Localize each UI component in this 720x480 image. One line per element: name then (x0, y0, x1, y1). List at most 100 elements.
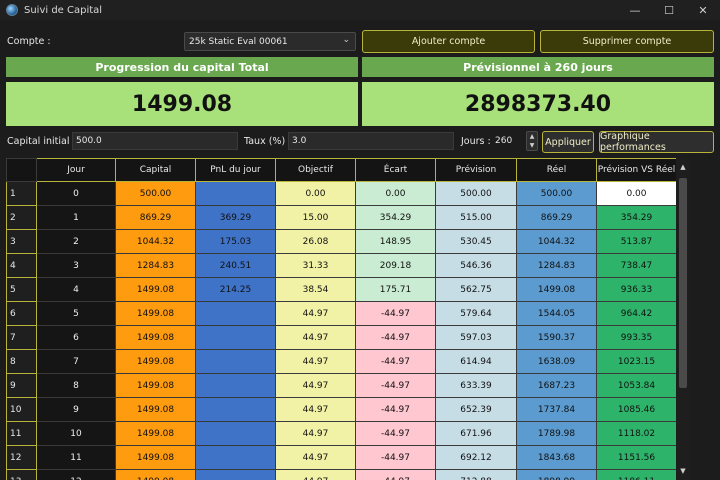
table-row[interactable]: 3 2 1044.32 175.03 26.08 148.95 530.45 1044.32 5… (6, 229, 676, 254)
cell-objectif[interactable]: 26.08 (275, 229, 356, 254)
add-account-button[interactable]: Ajouter compte (362, 30, 535, 53)
table-row[interactable]: 13121499.08 44.97-44.97712.881898.991186.… (6, 469, 676, 480)
cell-objectif[interactable]: 0.00 (275, 181, 356, 206)
cell-jour[interactable]: 4 (36, 277, 116, 302)
cell-reel[interactable]: 1737.84 (516, 397, 597, 422)
cell-prevision-vs-reel[interactable]: 936.33 (596, 277, 676, 302)
cell-reel[interactable]: 1638.09 (516, 349, 597, 374)
cell-reel[interactable]: 1590.37 (516, 325, 597, 350)
cell-prevision[interactable]: 712.88 (435, 469, 517, 480)
cell-objectif[interactable]: 44.97 (275, 421, 356, 446)
cell-jour[interactable]: 3 (36, 253, 116, 278)
delete-account-button[interactable]: Supprimer compte (540, 30, 714, 53)
cell-prevision[interactable]: 614.94 (435, 349, 517, 374)
cell-reel[interactable]: 1843.68 (516, 445, 597, 470)
cell-reel[interactable]: 1898.99 (516, 469, 597, 480)
header-capital[interactable]: Capital (115, 158, 196, 182)
cell-objectif[interactable]: 44.97 (275, 373, 356, 398)
cell-jour[interactable]: 0 (36, 181, 116, 206)
header-jour[interactable]: Jour (36, 158, 116, 182)
cell-jour[interactable]: 12 (36, 469, 116, 480)
cell-prevision-vs-reel[interactable]: 354.29 (596, 205, 676, 230)
cell-ecart[interactable]: 148.95 (355, 229, 436, 254)
cell-ecart[interactable]: -44.97 (355, 469, 436, 480)
cell-prevision[interactable]: 579.64 (435, 301, 517, 326)
days-input[interactable]: 260 (492, 132, 526, 150)
row-number[interactable]: 13 (6, 469, 37, 480)
cell-reel[interactable]: 1499.08 (516, 277, 597, 302)
row-number[interactable]: 9 (6, 373, 37, 398)
cell-prevision-vs-reel[interactable]: 1053.84 (596, 373, 676, 398)
cell-capital[interactable]: 1499.08 (115, 469, 196, 480)
cell-reel[interactable]: 869.29 (516, 205, 597, 230)
cell-ecart[interactable]: -44.97 (355, 373, 436, 398)
cell-objectif[interactable]: 44.97 (275, 325, 356, 350)
table-row[interactable]: 1 0 500.00 0.00 0.00 500.00 500.00 0.00 (6, 181, 676, 206)
cell-capital[interactable]: 1499.08 (115, 373, 196, 398)
row-number[interactable]: 7 (6, 325, 37, 350)
cell-pnl[interactable]: 214.25 (195, 277, 276, 302)
cell-pnl[interactable] (195, 397, 276, 422)
cell-capital[interactable]: 1499.08 (115, 325, 196, 350)
row-number[interactable]: 10 (6, 397, 37, 422)
cell-capital[interactable]: 1499.08 (115, 397, 196, 422)
cell-reel[interactable]: 1789.98 (516, 421, 597, 446)
cell-prevision-vs-reel[interactable]: 0.00 (596, 181, 676, 206)
cell-prevision[interactable]: 597.03 (435, 325, 517, 350)
table-row[interactable]: 11 10 1499.08 44.97 -44.97 671.96 1789.98 1118.… (6, 421, 676, 446)
cell-capital[interactable]: 1499.08 (115, 301, 196, 326)
cell-ecart[interactable]: -44.97 (355, 301, 436, 326)
cell-capital[interactable]: 1499.08 (115, 445, 196, 470)
table-row[interactable]: 9 8 1499.08 44.97 -44.97 633.39 1687.23 1053.84 (6, 373, 676, 398)
cell-reel[interactable]: 1544.05 (516, 301, 597, 326)
cell-prevision[interactable]: 546.36 (435, 253, 517, 278)
cell-objectif[interactable]: 44.97 (275, 469, 356, 480)
capital-input[interactable]: 500.0 (72, 132, 238, 150)
table-row[interactable]: 4 3 1284.83 240.51 31.33 209.18 546.36 1284.83 7… (6, 253, 676, 278)
rate-input[interactable]: 3.0 (288, 132, 454, 150)
cell-pnl[interactable] (195, 181, 276, 206)
table-row[interactable]: 12 11 1499.08 44.97 -44.97 692.12 1843.68 1151.… (6, 445, 676, 470)
cell-prevision-vs-reel[interactable]: 1151.56 (596, 445, 676, 470)
cell-prevision[interactable]: 500.00 (435, 181, 517, 206)
row-number[interactable]: 11 (6, 421, 37, 446)
cell-pnl[interactable] (195, 469, 276, 480)
header-pnl[interactable]: PnL du jour (195, 158, 276, 182)
cell-prevision-vs-reel[interactable]: 513.87 (596, 229, 676, 254)
row-number[interactable]: 5 (6, 277, 37, 302)
header-ecart[interactable]: Écart (355, 158, 436, 182)
cell-pnl[interactable]: 369.29 (195, 205, 276, 230)
row-number[interactable]: 12 (6, 445, 37, 470)
cell-capital[interactable]: 1499.08 (115, 277, 196, 302)
cell-reel[interactable]: 1687.23 (516, 373, 597, 398)
cell-jour[interactable]: 9 (36, 397, 116, 422)
cell-capital[interactable]: 500.00 (115, 181, 196, 206)
table-row[interactable]: 6 5 1499.08 44.97 -44.97 579.64 1544.05 964.42 (6, 301, 676, 326)
cell-jour[interactable]: 10 (36, 421, 116, 446)
cell-ecart[interactable]: -44.97 (355, 349, 436, 374)
cell-jour[interactable]: 2 (36, 229, 116, 254)
maximize-button[interactable]: ☐ (652, 0, 686, 20)
cell-objectif[interactable]: 38.54 (275, 277, 356, 302)
cell-ecart[interactable]: 354.29 (355, 205, 436, 230)
row-number[interactable]: 3 (6, 229, 37, 254)
cell-objectif[interactable]: 44.97 (275, 301, 356, 326)
cell-pnl[interactable] (195, 349, 276, 374)
cell-pnl[interactable] (195, 325, 276, 350)
cell-capital[interactable]: 1284.83 (115, 253, 196, 278)
spin-down-icon[interactable]: ▼ (530, 142, 535, 149)
cell-ecart[interactable]: 209.18 (355, 253, 436, 278)
cell-reel[interactable]: 1284.83 (516, 253, 597, 278)
row-number[interactable]: 4 (6, 253, 37, 278)
cell-jour[interactable]: 1 (36, 205, 116, 230)
row-number[interactable]: 8 (6, 349, 37, 374)
days-spinner[interactable]: ▲ ▼ (526, 131, 538, 151)
cell-ecart[interactable]: 175.71 (355, 277, 436, 302)
cell-objectif[interactable]: 44.97 (275, 445, 356, 470)
cell-ecart[interactable]: -44.97 (355, 445, 436, 470)
table-row[interactable]: 2 1 869.29 369.29 15.00 354.29 515.00 869.29 354… (6, 205, 676, 230)
cell-capital[interactable]: 1499.08 (115, 421, 196, 446)
cell-ecart[interactable]: -44.97 (355, 421, 436, 446)
minimize-button[interactable]: — (618, 0, 652, 20)
cell-ecart[interactable]: -44.97 (355, 325, 436, 350)
